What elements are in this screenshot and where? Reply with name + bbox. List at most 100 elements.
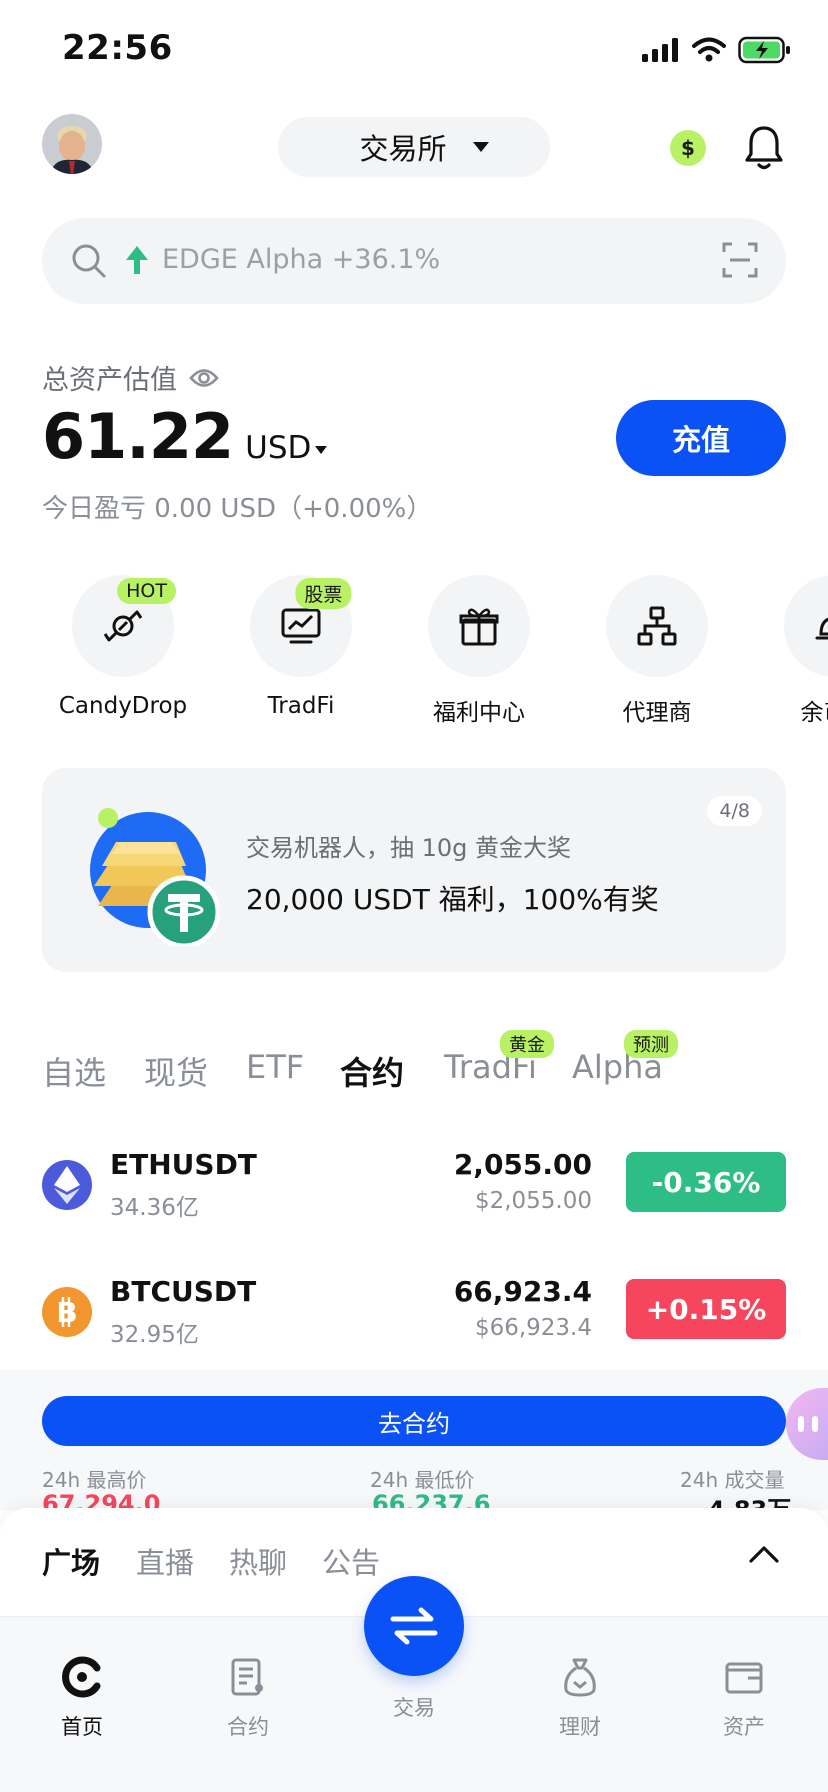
dollar-badge-icon[interactable]: $	[670, 130, 706, 166]
nav-contract[interactable]: 合约	[188, 1617, 308, 1741]
dollar-symbol: $	[681, 136, 695, 160]
trade-button[interactable]	[364, 1576, 464, 1676]
svg-text:B: B	[56, 1296, 77, 1329]
eye-icon[interactable]	[189, 367, 219, 389]
chat-dot	[798, 1416, 804, 1432]
chevron-down-icon	[472, 142, 489, 152]
market-tabs: 自选 现货 ETF 合约 TradFi 黄金 Alpha 预测	[42, 1030, 822, 1098]
tab-square[interactable]: 广场	[42, 1540, 100, 1582]
chevron-down-icon	[315, 445, 328, 454]
asset-title: 总资产估值	[42, 358, 219, 397]
status-bar: 22:56	[0, 0, 828, 100]
search-icon	[72, 244, 106, 278]
hierarchy-icon	[637, 606, 677, 646]
wallet-icon	[724, 1653, 764, 1701]
finance-bag-icon	[560, 1653, 600, 1701]
signal-icon	[642, 38, 678, 62]
go-contract-button[interactable]: 去合约	[42, 1396, 786, 1446]
volume-value: 4.83万	[708, 1496, 792, 1510]
shortcut-row: HOT CandyDrop 股票 TradFi 福利中心 代理商 余币宝	[0, 575, 828, 725]
nav-assets[interactable]: 资产	[684, 1617, 804, 1741]
asset-title-label: 总资产估值	[42, 365, 177, 396]
deposit-button[interactable]: 充值	[616, 400, 786, 476]
shortcut-label: 余币宝	[800, 700, 828, 725]
shortcut-savings[interactable]: 余币宝	[745, 575, 828, 725]
home-icon	[61, 1653, 103, 1701]
promo-title: 20,000 USDT 福利，100%有奖	[246, 883, 659, 916]
pair-name: ETHUSDT	[110, 1148, 257, 1181]
change-badge[interactable]: -0.36%	[626, 1152, 786, 1212]
pair-name: BTCUSDT	[110, 1275, 257, 1308]
tab-live[interactable]: 直播	[136, 1540, 194, 1582]
tab-tradfi[interactable]: TradFi 黄金	[444, 1030, 554, 1086]
chevron-up-icon[interactable]	[748, 1544, 780, 1564]
shortcut-welfare-center[interactable]: 福利中心	[389, 575, 569, 725]
tab-favorites[interactable]: 自选	[42, 1048, 106, 1094]
search-placeholder: EDGE Alpha +36.1%	[162, 244, 441, 275]
tab-etf[interactable]: ETF	[246, 1048, 304, 1086]
shortcut-tradfi[interactable]: 股票 TradFi	[211, 575, 391, 719]
tab-spot[interactable]: 现货	[144, 1048, 208, 1094]
asset-value: 61.22	[42, 400, 234, 473]
high-value: 67,294.0	[42, 1490, 161, 1510]
shortcut-icon-wrap	[428, 575, 530, 677]
high-label: 24h 最高价	[42, 1468, 147, 1492]
bitcoin-icon: B	[42, 1287, 92, 1337]
shortcut-agent[interactable]: 代理商	[567, 575, 747, 725]
tab-futures[interactable]: 合约	[340, 1048, 404, 1094]
contract-panel: 去合约 24h 最高价 67,294.0 24h 最低价 66,237.6 24…	[0, 1370, 828, 1510]
nav-label: 首页	[61, 1715, 103, 1739]
hot-tag: HOT	[117, 578, 176, 604]
shortcut-candydrop[interactable]: HOT CandyDrop	[33, 575, 213, 719]
search-bar[interactable]: EDGE Alpha +36.1%	[42, 218, 786, 304]
gold-tag: 黄金	[500, 1030, 554, 1058]
chat-dot	[812, 1416, 818, 1432]
tab-hot-chat[interactable]: 热聊	[229, 1540, 287, 1582]
shortcut-label: TradFi	[267, 693, 335, 719]
last-price: 66,923.4	[453, 1275, 592, 1308]
shortcut-icon-wrap: HOT	[72, 575, 176, 677]
avatar[interactable]	[42, 114, 102, 174]
shortcut-icon-wrap: 股票	[250, 575, 352, 677]
nav-home[interactable]: 首页	[22, 1617, 142, 1741]
low-label: 24h 最低价	[370, 1468, 475, 1492]
battery-icon	[738, 36, 790, 64]
nav-finance[interactable]: 理财	[520, 1617, 640, 1741]
volume-label: 24h 成交量	[680, 1468, 785, 1492]
chart-monitor-icon	[281, 608, 321, 644]
shortcut-label: 代理商	[622, 700, 692, 725]
asset-amount: 61.22 USD	[42, 400, 328, 473]
ethereum-icon	[42, 1160, 92, 1210]
ticker-row-ethusdt[interactable]: ETHUSDT 34.36亿 2,055.00 $2,055.00 -0.36%	[42, 1148, 786, 1228]
exchange-selector[interactable]: 交易所	[278, 117, 550, 177]
ticker-row-btcusdt[interactable]: B BTCUSDT 32.95亿 66,923.4 $66,923.4 +0.1…	[42, 1275, 786, 1355]
currency-label: USD	[245, 430, 312, 466]
change-badge[interactable]: +0.15%	[626, 1279, 786, 1339]
currency-selector[interactable]: USD	[245, 430, 328, 466]
tab-alpha[interactable]: Alpha 预测	[572, 1030, 678, 1086]
exchange-label: 交易所	[359, 132, 447, 166]
last-price: 2,055.00	[453, 1148, 592, 1181]
nav-label: 资产	[723, 1715, 765, 1739]
usd-price: $66,923.4	[474, 1315, 592, 1341]
gold-usdt-illustration	[90, 808, 221, 946]
contract-icon	[229, 1653, 267, 1701]
shortcut-icon-wrap	[606, 575, 708, 677]
savings-icon	[815, 617, 828, 640]
promo-banner[interactable]: 交易机器人，抽 10g 黄金大奖 20,000 USDT 福利，100%有奖 4…	[42, 768, 786, 972]
pair-volume: 34.36亿	[110, 1195, 199, 1221]
daily-pnl: 今日盈亏 0.00 USD（+0.00%）	[42, 494, 433, 524]
notification-button[interactable]	[744, 124, 784, 172]
candy-icon	[103, 610, 143, 642]
stock-tag: 股票	[295, 578, 352, 609]
trending-up-icon	[126, 246, 148, 274]
bell-icon	[745, 126, 783, 170]
trade-label: 交易	[393, 1696, 435, 1720]
scan-icon[interactable]	[722, 242, 758, 278]
tab-announcements[interactable]: 公告	[322, 1540, 380, 1582]
status-icons	[642, 36, 792, 64]
shortcut-label: 福利中心	[433, 700, 525, 725]
trade-swap-icon	[390, 1607, 438, 1645]
low-value: 66,237.6	[372, 1490, 491, 1510]
prediction-tag: 预测	[624, 1030, 678, 1058]
